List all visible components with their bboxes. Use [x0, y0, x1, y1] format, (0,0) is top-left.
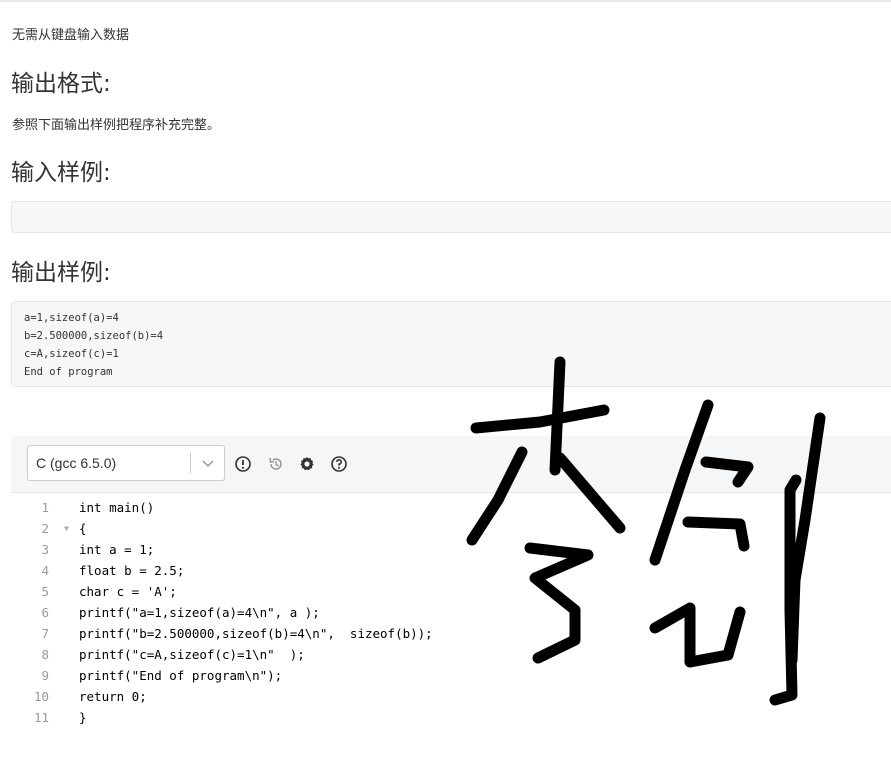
settings-icon[interactable]	[298, 455, 316, 473]
alert-icon[interactable]	[234, 455, 252, 473]
line-number: 4	[41, 563, 49, 578]
code-line: 11 }	[11, 707, 891, 728]
code-line-text: int a = 1;	[79, 542, 155, 557]
language-select[interactable]: C (gcc 6.5.0)	[27, 445, 225, 481]
input-sample-heading: 输入样例:	[11, 160, 111, 186]
line-number: 7	[41, 626, 49, 641]
output-sample-line: End of program	[24, 366, 113, 378]
line-number: 8	[41, 647, 49, 662]
editor-toolbar: C (gcc 6.5.0)	[11, 436, 891, 493]
code-line: 2 ▼ {	[11, 518, 891, 539]
input-sample-box	[11, 201, 891, 233]
select-divider	[190, 453, 191, 473]
line-number: 5	[41, 584, 49, 599]
code-line: 9 printf("End of program\n");	[11, 665, 891, 686]
output-sample-line: b=2.500000,sizeof(b)=4	[24, 330, 164, 342]
line-number: 11	[33, 710, 49, 725]
chevron-down-icon[interactable]	[200, 455, 216, 471]
output-format-text: 参照下面输出样例把程序补充完整。	[12, 118, 221, 133]
code-line: 4 float b = 2.5;	[11, 560, 891, 581]
output-sample-lines: a=1,sizeof(a)=4 b=2.500000,sizeof(b)=4 c…	[12, 302, 891, 388]
line-number: 1	[41, 500, 49, 515]
language-label: C (gcc 6.5.0)	[36, 455, 117, 471]
history-icon[interactable]	[267, 455, 285, 473]
input-description: 无需从键盘输入数据	[12, 28, 130, 43]
code-line-text: }	[79, 710, 87, 725]
code-editor: C (gcc 6.5.0) 1 int main() 2 ▼ {3 int a…	[11, 436, 891, 778]
code-line-text: char c = 'A';	[79, 584, 177, 599]
code-line-text: {	[79, 521, 87, 536]
code-line-text: float b = 2.5;	[79, 563, 185, 578]
code-line-text: printf("b=2.500000,sizeof(b)=4\n", sizeo…	[79, 626, 433, 641]
code-area[interactable]: 1 int main() 2 ▼ { 3 int a = 1; 4 float …	[11, 493, 891, 778]
code-text: int main()	[79, 497, 154, 518]
code-line-text: return 0;	[79, 689, 147, 704]
fold-arrow-icon[interactable]: ▼	[64, 518, 69, 539]
code-line: 10 return 0;	[11, 686, 891, 707]
output-sample-box: a=1,sizeof(a)=4 b=2.500000,sizeof(b)=4 c…	[11, 301, 891, 387]
line-number: 2	[41, 521, 49, 536]
code-line: 5 char c = 'A';	[11, 581, 891, 602]
output-sample-heading: 输出样例:	[11, 260, 111, 286]
output-sample-line: c=A,sizeof(c)=1	[24, 348, 119, 360]
help-icon[interactable]	[330, 455, 348, 473]
line-number: 3	[41, 542, 49, 557]
output-sample-line: a=1,sizeof(a)=4	[24, 312, 119, 324]
code-line: 8 printf("c=A,sizeof(c)=1\n" );	[11, 644, 891, 665]
code-line: 1 int main()	[11, 497, 891, 518]
line-number: 6	[41, 605, 49, 620]
code-line: 7 printf("b=2.500000,sizeof(b)=4\n", siz…	[11, 623, 891, 644]
top-border	[0, 0, 891, 2]
line-number: 10	[33, 689, 49, 704]
code-line: 3 int a = 1;	[11, 539, 891, 560]
code-line-text: int main()	[79, 500, 155, 515]
line-number: 9	[41, 668, 49, 683]
output-format-heading: 输出格式:	[11, 71, 111, 97]
code-line-text: printf("End of program\n");	[79, 668, 283, 683]
code-line-text: printf("c=A,sizeof(c)=1\n" );	[79, 647, 305, 662]
code-line-text: printf("a=1,sizeof(a)=4\n", a );	[79, 605, 320, 620]
code-line: 6 printf("a=1,sizeof(a)=4\n", a );	[11, 602, 891, 623]
